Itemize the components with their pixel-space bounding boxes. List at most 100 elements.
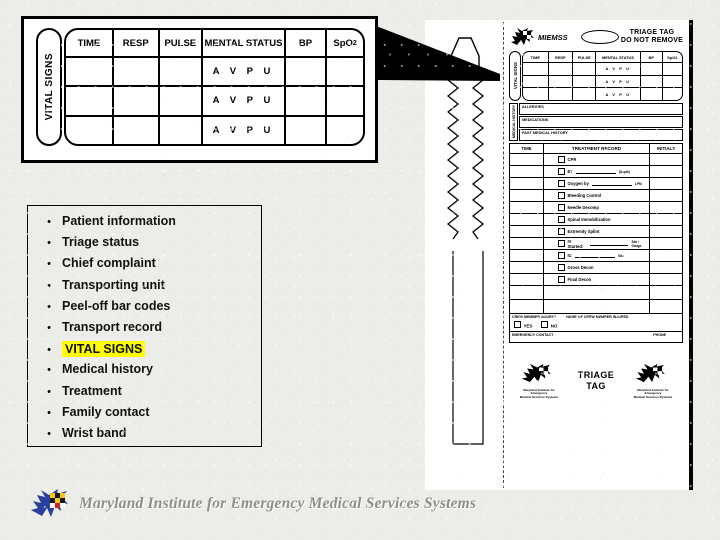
write-in-line[interactable]	[575, 169, 616, 174]
treatment-item[interactable]: Oxygen by LPM	[544, 178, 650, 189]
cell-time[interactable]	[66, 116, 114, 144]
medical-history-field[interactable]: PAST MEDICAL HISTORY	[519, 129, 683, 141]
cell-initials[interactable]	[650, 178, 682, 189]
cell-initials[interactable]	[650, 238, 682, 249]
cell-time[interactable]	[510, 300, 544, 313]
cell-initials[interactable]	[650, 214, 682, 225]
cell-time[interactable]	[66, 58, 114, 86]
cell-spo2[interactable]	[327, 58, 363, 85]
cell-resp[interactable]	[549, 75, 574, 88]
cell-time[interactable]	[510, 166, 544, 177]
cell-pulse[interactable]	[160, 58, 204, 86]
cell-pulse[interactable]	[160, 116, 204, 144]
cell-treatment[interactable]	[544, 300, 650, 313]
cell-initials[interactable]	[650, 300, 682, 313]
cell-time[interactable]	[523, 75, 549, 88]
cell-initials[interactable]	[650, 274, 682, 285]
cell-initials[interactable]	[650, 166, 682, 177]
cell-bp[interactable]	[641, 75, 663, 88]
cell-mental-status[interactable]: A V P U	[203, 87, 286, 115]
list-item[interactable]: • Transport record	[36, 320, 255, 341]
cell-resp[interactable]	[114, 58, 160, 86]
list-item[interactable]: • Wrist band	[36, 426, 255, 447]
list-item[interactable]: • Transporting unit	[36, 278, 255, 299]
write-in-line[interactable]	[574, 253, 615, 258]
cell-time[interactable]	[510, 250, 544, 261]
cell-time[interactable]	[510, 262, 544, 273]
cell-spo2[interactable]	[663, 88, 682, 100]
cell-spo2[interactable]	[663, 76, 682, 88]
checkbox-icon[interactable]	[558, 204, 565, 211]
cell-mental-status[interactable]: A V P U	[596, 75, 641, 88]
cell-time[interactable]	[523, 88, 549, 100]
crew-injury-yes-option[interactable]: YES	[514, 321, 532, 329]
treatment-item[interactable]: Needle Decomp	[544, 202, 650, 213]
cell-spo2[interactable]	[327, 87, 363, 114]
medical-history-field[interactable]: MEDICATIONS	[519, 116, 683, 128]
cell-initials[interactable]	[650, 250, 682, 261]
checkbox-icon[interactable]	[558, 156, 565, 163]
list-item[interactable]: • Triage status	[36, 235, 255, 256]
crew-injury-no-option[interactable]: NO	[541, 321, 557, 329]
checkbox-icon[interactable]	[514, 321, 521, 328]
cell-treatment[interactable]	[544, 286, 650, 299]
cell-spo2[interactable]	[663, 63, 682, 75]
cell-mental-status[interactable]: A V P U	[203, 116, 286, 144]
list-item[interactable]: • Chief complaint	[36, 256, 255, 277]
cell-initials[interactable]	[650, 286, 682, 299]
list-item[interactable]: • Peel-off bar codes	[36, 299, 255, 320]
cell-pulse[interactable]	[573, 75, 597, 88]
list-item[interactable]: • Family contact	[36, 405, 255, 426]
cell-initials[interactable]	[650, 226, 682, 237]
cell-resp[interactable]	[114, 116, 160, 144]
cell-bp[interactable]	[641, 88, 663, 100]
cell-time[interactable]	[510, 202, 544, 213]
checkbox-icon[interactable]	[541, 321, 548, 328]
list-item[interactable]: • Patient information	[36, 214, 255, 235]
checkbox-icon[interactable]	[558, 168, 565, 175]
treatment-item[interactable]: Bleeding Control	[544, 190, 650, 201]
cell-mental-status[interactable]: A V P U	[596, 63, 641, 75]
checkbox-icon[interactable]	[558, 180, 565, 187]
cell-time[interactable]	[510, 238, 544, 249]
cell-time[interactable]	[510, 154, 544, 165]
cell-resp[interactable]	[114, 87, 160, 115]
checkbox-icon[interactable]	[558, 276, 565, 283]
cell-time[interactable]	[523, 63, 549, 75]
checkbox-icon[interactable]	[558, 252, 565, 259]
tag-oval-field[interactable]	[580, 30, 619, 44]
treatment-item[interactable]: Final Decon	[544, 274, 650, 285]
checkbox-icon[interactable]	[558, 240, 565, 247]
write-in-line[interactable]	[590, 241, 629, 246]
cell-pulse[interactable]	[160, 87, 204, 115]
checkbox-icon[interactable]	[558, 228, 565, 235]
list-item[interactable]: • Medical history	[36, 362, 255, 383]
cell-resp[interactable]	[549, 63, 574, 75]
cell-mental-status[interactable]: A V P U	[596, 88, 641, 100]
treatment-item[interactable]: Extremity Splint	[544, 226, 650, 237]
cell-bp[interactable]	[641, 63, 663, 75]
treatment-item[interactable]: ET (Depth)	[544, 166, 650, 177]
cell-bp[interactable]	[286, 58, 328, 86]
write-in-line[interactable]	[591, 181, 632, 186]
treatment-item[interactable]: Gross Decon	[544, 262, 650, 273]
treatment-item[interactable]: Spinal Immobilization	[544, 214, 650, 225]
checkbox-icon[interactable]	[558, 192, 565, 199]
cell-pulse[interactable]	[573, 63, 597, 75]
cell-time[interactable]	[510, 274, 544, 285]
cell-initials[interactable]	[650, 190, 682, 201]
cell-initials[interactable]	[650, 262, 682, 273]
cell-time[interactable]	[510, 190, 544, 201]
medical-history-field[interactable]: ALLERGIES	[519, 103, 683, 115]
cell-time[interactable]	[510, 286, 544, 299]
cell-bp[interactable]	[286, 116, 328, 144]
cell-time[interactable]	[66, 87, 114, 115]
cell-initials[interactable]	[650, 154, 682, 165]
cell-time[interactable]	[510, 214, 544, 225]
treatment-item[interactable]: IO Site	[544, 250, 650, 261]
cell-time[interactable]	[510, 178, 544, 189]
cell-resp[interactable]	[549, 88, 574, 100]
treatment-item[interactable]: IV Started: Site / Gauge	[544, 238, 650, 249]
cell-pulse[interactable]	[573, 88, 597, 100]
cell-bp[interactable]	[286, 87, 328, 115]
